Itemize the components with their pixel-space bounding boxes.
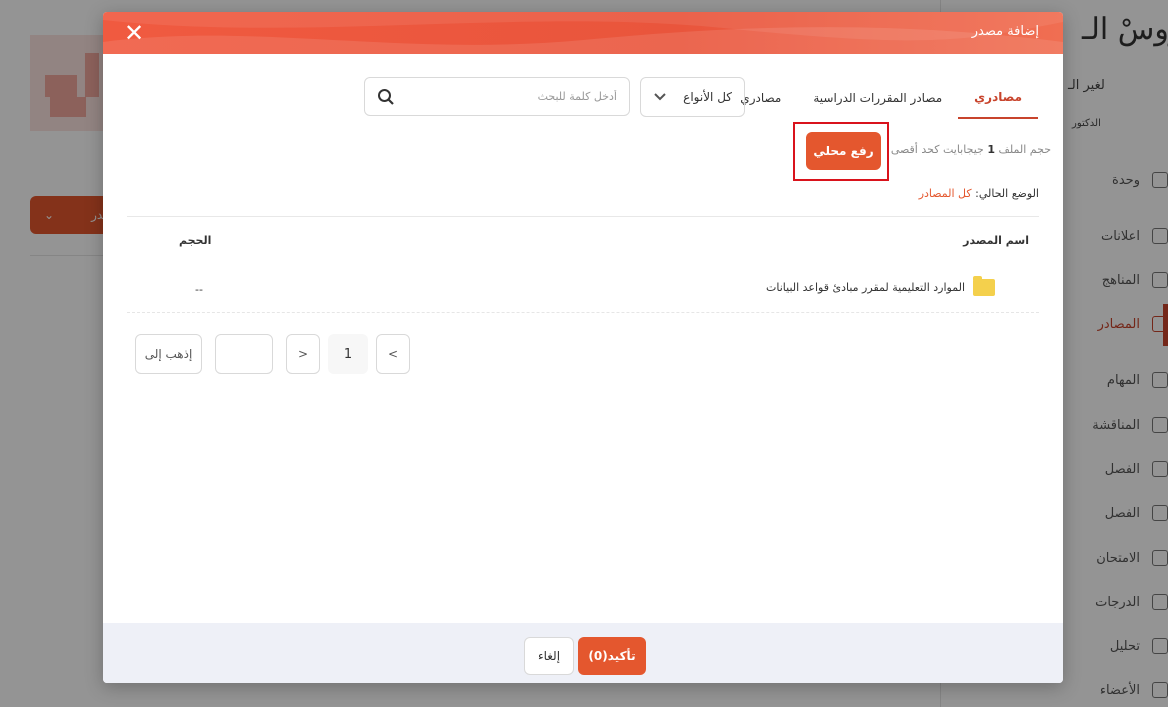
- dialog-footer: تأكيد(0) إلغاء: [103, 623, 1063, 683]
- dialog-title: إضافة مصدر: [971, 24, 1039, 39]
- type-filter-select[interactable]: كل الأنواع: [640, 77, 745, 117]
- goto-page-input[interactable]: [215, 334, 273, 374]
- search-icon[interactable]: [377, 88, 395, 106]
- table-row[interactable]: الموارد التعليمية لمقرر مبادئ قواعد البي…: [127, 271, 1039, 313]
- confirm-button[interactable]: تأكيد(0): [578, 637, 646, 675]
- add-source-dialog: ✕ إضافة مصدر مصادري مصادر المقررات الدرا…: [103, 12, 1063, 683]
- tab-course-sources[interactable]: مصادر المقررات الدراسية: [797, 76, 958, 119]
- source-size: --: [195, 283, 203, 296]
- source-name[interactable]: الموارد التعليمية لمقرر مبادئ قواعد البي…: [766, 281, 965, 294]
- close-icon[interactable]: ✕: [123, 21, 145, 45]
- column-header-name: اسم المصدر: [963, 234, 1029, 247]
- source-tabs: مصادري مصادر المقررات الدراسية مصادري: [724, 76, 1038, 119]
- divider: [127, 216, 1039, 217]
- pagination-current-page[interactable]: 1: [328, 334, 368, 374]
- pagination-next-button[interactable]: >: [286, 334, 320, 374]
- current-location: الوضع الحالي: كل المصادر: [918, 187, 1039, 200]
- file-size-note: حجم الملف 1 جيجابايت كحد أقصى: [890, 143, 1051, 156]
- search-field[interactable]: [364, 77, 630, 116]
- cancel-button[interactable]: إلغاء: [524, 637, 574, 675]
- local-upload-button[interactable]: رفع محلي: [806, 132, 881, 170]
- type-filter-value: كل الأنواع: [683, 90, 732, 104]
- column-header-size: الحجم: [179, 234, 212, 247]
- folder-icon: [973, 276, 995, 296]
- dialog-header: ✕ إضافة مصدر: [103, 12, 1063, 54]
- chevron-down-icon: [654, 93, 666, 101]
- goto-page-button[interactable]: إذهب إلى: [135, 334, 202, 374]
- tab-my-sources[interactable]: مصادري: [958, 76, 1038, 119]
- pagination-prev-button[interactable]: <: [376, 334, 410, 374]
- search-input[interactable]: [395, 90, 617, 103]
- all-sources-link[interactable]: كل المصادر: [919, 187, 972, 200]
- header-wave-decoration: [103, 12, 1063, 54]
